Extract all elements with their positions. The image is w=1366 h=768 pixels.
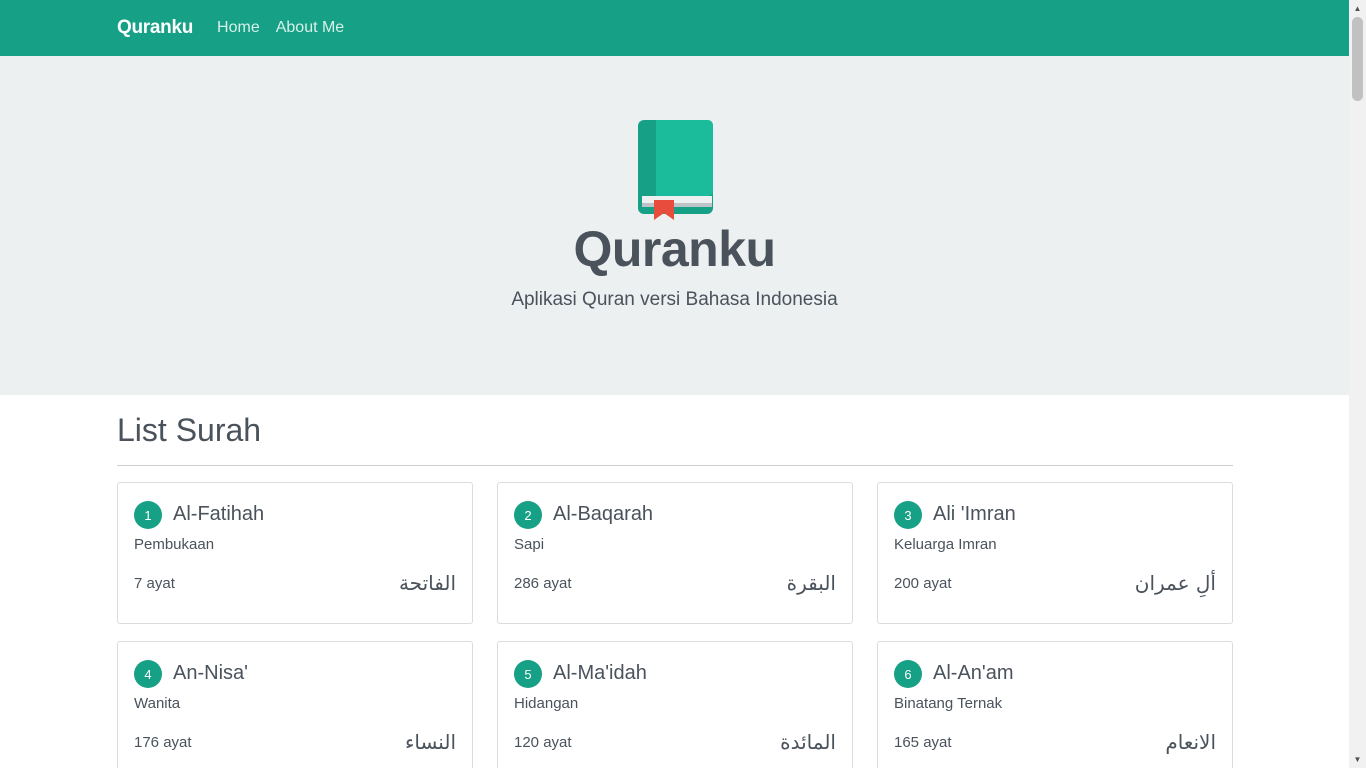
- scroll-down-arrow-icon[interactable]: ▼: [1349, 751, 1366, 768]
- surah-arabic-name: الانعام: [1165, 730, 1216, 754]
- surah-arabic-name: الفاتحة: [398, 571, 456, 595]
- surah-card[interactable]: 3 Ali 'Imran Keluarga Imran 200 ayat ألِ…: [877, 482, 1233, 624]
- surah-name: Al-Baqarah: [553, 502, 654, 525]
- scroll-up-arrow-icon[interactable]: ▲: [1349, 0, 1366, 17]
- surah-arabic-name: النساء: [404, 730, 456, 754]
- surah-ayat-count: 176 ayat: [134, 733, 192, 751]
- surah-number-badge: 1: [134, 501, 162, 529]
- surah-meaning: Sapi: [514, 536, 545, 553]
- navbar: Quranku Home About Me: [0, 0, 1349, 56]
- surah-ayat-count: 120 ayat: [514, 733, 572, 751]
- surah-card[interactable]: 4 An-Nisa' Wanita 176 ayat النساء: [117, 641, 473, 768]
- page: Quranku Home About Me Quranku Aplikasi Q…: [0, 0, 1349, 768]
- surah-ayat-count: 7 ayat: [134, 574, 175, 592]
- surah-ayat-count: 200 ayat: [894, 574, 952, 592]
- surah-arabic-name: ألِ عمران: [1134, 571, 1216, 595]
- surah-grid: 1 Al-Fatihah Pembukaan 7 ayat الفاتحة 2 …: [117, 482, 1349, 768]
- surah-card[interactable]: 5 Al-Ma'idah Hidangan 120 ayat المائدة: [497, 641, 853, 768]
- nav-link-home[interactable]: Home: [217, 19, 260, 37]
- surah-number-badge: 5: [514, 660, 542, 688]
- list-title: List Surah: [117, 412, 262, 448]
- surah-name: An-Nisa': [173, 661, 248, 684]
- brand-logo[interactable]: Quranku: [117, 17, 193, 39]
- surah-number-badge: 3: [894, 501, 922, 529]
- surah-name: Al-Fatihah: [173, 502, 265, 525]
- nav-link-about-me[interactable]: About Me: [276, 19, 344, 37]
- surah-arabic-name: البقرة: [786, 571, 836, 595]
- surah-list-section: List Surah 1 Al-Fatihah Pembukaan 7 ayat…: [0, 395, 1349, 768]
- divider: [117, 465, 1233, 466]
- surah-meaning: Wanita: [134, 695, 181, 712]
- surah-meaning: Binatang Ternak: [894, 695, 1003, 712]
- surah-name: Ali 'Imran: [933, 502, 1016, 525]
- surah-name: Al-Ma'idah: [553, 661, 647, 684]
- surah-ayat-count: 165 ayat: [894, 733, 952, 751]
- scrollbar-thumb[interactable]: [1352, 17, 1363, 101]
- vertical-scrollbar[interactable]: ▲ ▼: [1349, 0, 1366, 768]
- surah-card[interactable]: 6 Al-An'am Binatang Ternak 165 ayat الان…: [877, 641, 1233, 768]
- book-icon: [638, 120, 713, 220]
- surah-meaning: Keluarga Imran: [894, 536, 997, 553]
- surah-meaning: Hidangan: [514, 695, 579, 712]
- surah-name: Al-An'am: [933, 661, 1014, 684]
- surah-arabic-name: المائدة: [780, 730, 836, 754]
- hero-title: Quranku: [573, 221, 776, 277]
- hero-jumbotron: Quranku Aplikasi Quran versi Bahasa Indo…: [0, 56, 1349, 395]
- surah-meaning: Pembukaan: [134, 536, 215, 553]
- surah-number-badge: 6: [894, 660, 922, 688]
- surah-ayat-count: 286 ayat: [514, 574, 572, 592]
- surah-card[interactable]: 1 Al-Fatihah Pembukaan 7 ayat الفاتحة: [117, 482, 473, 624]
- surah-number-badge: 2: [514, 501, 542, 529]
- surah-card[interactable]: 2 Al-Baqarah Sapi 286 ayat البقرة: [497, 482, 853, 624]
- hero-subtitle: Aplikasi Quran versi Bahasa Indonesia: [511, 289, 838, 310]
- surah-number-badge: 4: [134, 660, 162, 688]
